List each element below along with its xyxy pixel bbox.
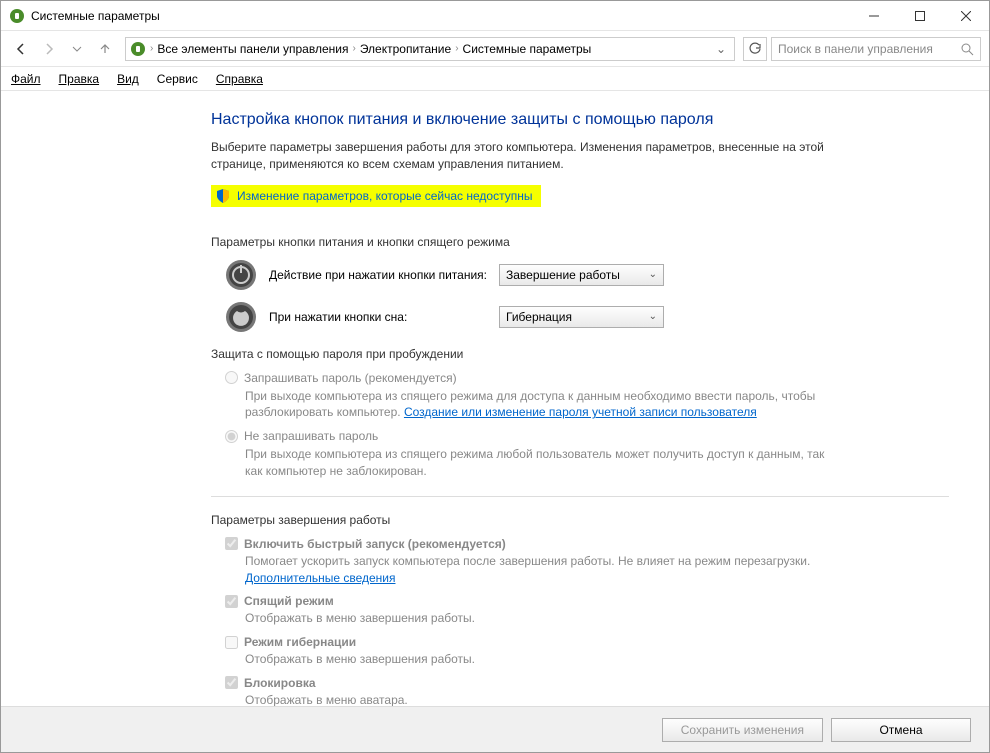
radio-no-password: Не запрашивать пароль При выходе компьют…: [225, 429, 845, 480]
check-sleep-input: [225, 595, 238, 608]
radio-require-password: Запрашивать пароль (рекомендуется) При в…: [225, 371, 845, 422]
check-hibernate-input: [225, 636, 238, 649]
recent-dropdown[interactable]: [65, 37, 89, 61]
sleep-button-value: Гибернация: [506, 310, 572, 324]
admin-link-label: Изменение параметров, которые сейчас нед…: [237, 189, 533, 203]
chevron-down-icon: ⌄: [649, 269, 657, 280]
radio-no-password-desc: При выходе компьютера из спящего режима …: [245, 446, 845, 480]
power-button-label: Действие при нажатии кнопки питания:: [269, 268, 499, 282]
navbar: › Все элементы панели управления › Элект…: [1, 31, 989, 67]
shield-icon: [215, 188, 231, 204]
check-sleep-desc: Отображать в меню завершения работы.: [245, 610, 845, 627]
page-title: Настройка кнопок питания и включение защ…: [211, 111, 949, 129]
check-sleep-label: Спящий режим: [244, 594, 334, 608]
footer: Сохранить изменения Отмена: [1, 706, 989, 752]
menu-edit[interactable]: Правка: [59, 72, 100, 86]
chevron-right-icon: ›: [352, 43, 355, 54]
power-button-row: Действие при нажатии кнопки питания: Зав…: [225, 259, 949, 291]
breadcrumb-item[interactable]: Все элементы панели управления: [157, 42, 348, 56]
section-heading-buttons: Параметры кнопки питания и кнопки спящег…: [211, 235, 949, 249]
check-lock-desc: Отображать в меню аватара.: [245, 692, 845, 706]
sleep-button-row: При нажатии кнопки сна: Гибернация ⌄: [225, 301, 949, 333]
forward-button[interactable]: [37, 37, 61, 61]
breadcrumb-dropdown[interactable]: ⌄: [712, 42, 730, 56]
close-button[interactable]: [943, 1, 989, 30]
check-fast-startup: Включить быстрый запуск (рекомендуется) …: [225, 537, 845, 587]
sleep-button-icon: [225, 301, 257, 333]
power-options-icon: [9, 8, 25, 24]
section-heading-password: Защита с помощью пароля при пробуждении: [211, 347, 949, 361]
up-button[interactable]: [93, 37, 117, 61]
menu-service[interactable]: Сервис: [157, 72, 198, 86]
window-title: Системные параметры: [31, 9, 851, 23]
radio-no-password-label: Не запрашивать пароль: [244, 429, 378, 443]
radio-require-password-desc: При выходе компьютера из спящего режима …: [245, 388, 845, 422]
menu-view[interactable]: Вид: [117, 72, 139, 86]
breadcrumb[interactable]: › Все элементы панели управления › Элект…: [125, 37, 735, 61]
check-hibernate: Режим гибернации Отображать в меню завер…: [225, 635, 845, 668]
power-button-select[interactable]: Завершение работы ⌄: [499, 264, 664, 286]
save-button: Сохранить изменения: [662, 718, 823, 742]
menu-file[interactable]: Файл: [11, 72, 41, 86]
power-button-value: Завершение работы: [506, 268, 620, 282]
cancel-button[interactable]: Отмена: [831, 718, 971, 742]
sleep-button-select[interactable]: Гибернация ⌄: [499, 306, 664, 328]
radio-no-password-input: [225, 430, 238, 443]
search-box[interactable]: [771, 37, 981, 61]
check-lock: Блокировка Отображать в меню аватара.: [225, 676, 845, 706]
section-heading-shutdown: Параметры завершения работы: [211, 513, 949, 527]
titlebar: Системные параметры: [1, 1, 989, 31]
check-fast-startup-desc: Помогает ускорить запуск компьютера посл…: [245, 553, 845, 587]
chevron-down-icon: ⌄: [649, 311, 657, 322]
check-lock-input: [225, 676, 238, 689]
fast-startup-more-link[interactable]: Дополнительные сведения: [245, 571, 395, 585]
power-options-icon: [130, 41, 146, 57]
back-button[interactable]: [9, 37, 33, 61]
search-input[interactable]: [778, 42, 960, 56]
page-description: Выберите параметры завершения работы для…: [211, 139, 851, 173]
create-change-password-link[interactable]: Создание или изменение пароля учетной за…: [404, 405, 757, 419]
breadcrumb-item[interactable]: Электропитание: [360, 42, 451, 56]
check-hibernate-label: Режим гибернации: [244, 635, 356, 649]
search-icon: [960, 42, 974, 56]
breadcrumb-item[interactable]: Системные параметры: [463, 42, 592, 56]
refresh-button[interactable]: [743, 37, 767, 61]
change-unavailable-settings-link[interactable]: Изменение параметров, которые сейчас нед…: [211, 185, 541, 207]
maximize-button[interactable]: [897, 1, 943, 30]
menubar: Файл Правка Вид Сервис Справка: [1, 67, 989, 91]
check-hibernate-desc: Отображать в меню завершения работы.: [245, 651, 845, 668]
minimize-button[interactable]: [851, 1, 897, 30]
power-button-icon: [225, 259, 257, 291]
chevron-right-icon: ›: [150, 43, 153, 54]
check-fast-startup-label: Включить быстрый запуск (рекомендуется): [244, 537, 506, 551]
radio-require-password-input: [225, 371, 238, 384]
chevron-right-icon: ›: [455, 43, 458, 54]
content-area: Настройка кнопок питания и включение защ…: [1, 91, 989, 706]
check-fast-startup-input: [225, 537, 238, 550]
divider: [211, 496, 949, 497]
check-lock-label: Блокировка: [244, 676, 316, 690]
menu-help[interactable]: Справка: [216, 72, 263, 86]
check-sleep: Спящий режим Отображать в меню завершени…: [225, 594, 845, 627]
radio-require-password-label: Запрашивать пароль (рекомендуется): [244, 371, 457, 385]
sleep-button-label: При нажатии кнопки сна:: [269, 310, 499, 324]
